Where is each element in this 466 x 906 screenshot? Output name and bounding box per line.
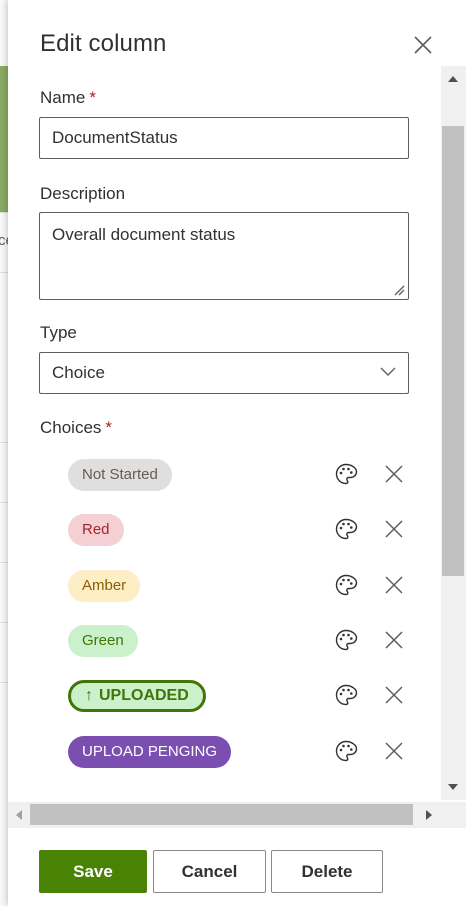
choice-row: UPLOAD PENGING [68, 735, 408, 769]
horizontal-scrollbar[interactable] [8, 802, 441, 828]
choice-pill[interactable]: Green [68, 625, 138, 657]
choice-row: Amber [68, 569, 408, 603]
choice-label: Green [82, 632, 124, 649]
scroll-down-arrow-icon[interactable] [448, 784, 458, 790]
name-label-text: Name [40, 88, 86, 107]
cancel-button[interactable]: Cancel [153, 850, 266, 893]
required-marker: * [105, 418, 113, 437]
remove-choice-icon[interactable] [384, 464, 404, 484]
required-marker: * [89, 88, 96, 107]
palette-icon[interactable] [334, 462, 358, 486]
choice-label: UPLOAD PENGING [82, 743, 218, 760]
chevron-down-icon [380, 367, 396, 376]
choice-label: Red [82, 521, 110, 538]
palette-icon[interactable] [334, 683, 358, 707]
choice-row: ↑ UPLOADED [68, 679, 408, 713]
scroll-up-arrow-icon[interactable] [448, 76, 458, 82]
palette-icon[interactable] [334, 573, 358, 597]
scrollbar-corner [441, 802, 466, 828]
remove-choice-icon[interactable] [384, 630, 404, 650]
name-label: Name * [40, 88, 96, 108]
choice-pill[interactable]: Not Started [68, 459, 172, 491]
type-dropdown-value: Choice [52, 363, 105, 382]
choice-pill[interactable]: ↑ UPLOADED [68, 680, 206, 712]
choice-label: UPLOADED [99, 687, 189, 704]
choice-row: Green [68, 624, 408, 658]
choices-label-text: Choices [40, 418, 102, 437]
choice-pill[interactable]: Amber [68, 570, 141, 602]
panel-title: Edit column [40, 30, 167, 57]
palette-icon[interactable] [334, 517, 358, 541]
arrow-up-icon: ↑ [85, 687, 93, 704]
name-input[interactable]: DocumentStatus [39, 117, 409, 159]
remove-choice-icon[interactable] [384, 519, 404, 539]
resize-grip-icon[interactable] [393, 284, 405, 296]
choice-label: Amber [82, 577, 127, 594]
scroll-right-arrow-icon[interactable] [426, 810, 432, 820]
description-textarea[interactable]: Overall document status [39, 212, 409, 300]
choice-pill[interactable]: Red [68, 514, 124, 546]
horizontal-scroll-thumb[interactable] [30, 804, 413, 825]
choice-pill[interactable]: UPLOAD PENGING [68, 736, 232, 768]
type-label: Type [40, 323, 77, 342]
remove-choice-icon[interactable] [384, 685, 404, 705]
description-value: Overall document status [52, 225, 236, 244]
remove-choice-icon[interactable] [384, 741, 404, 761]
edit-column-panel: Edit column Name * DocumentStatus Descrip… [8, 0, 466, 906]
palette-icon[interactable] [334, 739, 358, 763]
save-button[interactable]: Save [39, 850, 147, 893]
scroll-left-arrow-icon[interactable] [16, 810, 22, 820]
description-label: Description [40, 184, 126, 203]
choices-label: Choices * [40, 418, 112, 438]
panel-footer: Save Cancel Delete [8, 828, 466, 906]
choice-row: Not Started [68, 458, 408, 492]
choice-row: Red [68, 513, 408, 547]
palette-icon[interactable] [334, 628, 358, 652]
type-dropdown[interactable]: Choice [39, 352, 409, 394]
choice-label: Not Started [82, 466, 158, 483]
remove-choice-icon[interactable] [384, 575, 404, 595]
close-icon[interactable] [412, 34, 434, 56]
vertical-scroll-thumb[interactable] [442, 126, 464, 576]
vertical-scrollbar[interactable] [441, 66, 466, 800]
delete-button[interactable]: Delete [271, 850, 383, 893]
